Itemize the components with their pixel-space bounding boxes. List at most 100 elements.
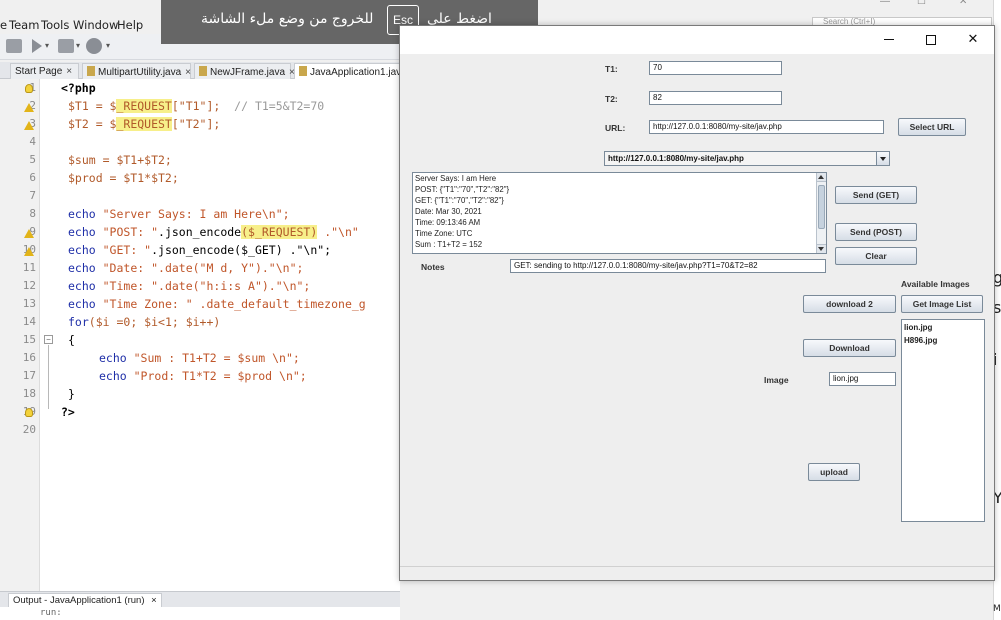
code-line-18: }: [68, 387, 75, 401]
image-label: Image: [764, 375, 789, 385]
image-name-field[interactable]: lion.jpg: [829, 372, 896, 386]
image-list-item[interactable]: H896.jpg: [904, 336, 937, 345]
line-number: 12: [22, 279, 36, 292]
scroll-up-icon[interactable]: [817, 173, 826, 182]
tab-javaapplication1[interactable]: JavaApplication1.java: [294, 63, 407, 79]
send-post-button[interactable]: Send (POST): [835, 223, 917, 241]
url-field[interactable]: http://127.0.0.1:8080/my-site/jav.php: [649, 120, 884, 134]
minimize-button[interactable]: [868, 26, 910, 54]
response-textarea[interactable]: Server Says: I am Here POST: {"T1":"70",…: [412, 172, 827, 254]
response-scrollbar[interactable]: [816, 173, 826, 253]
code-editor[interactable]: 1 2 3 4 5 6 7 8 9 10 11 12 13 14 15 16 1…: [0, 79, 400, 591]
fold-collapse-icon[interactable]: −: [44, 335, 53, 344]
close-icon[interactable]: ×: [66, 66, 72, 77]
menu-window[interactable]: Window: [73, 18, 118, 32]
debug-icon[interactable]: [58, 39, 74, 53]
warning-icon[interactable]: [24, 121, 34, 130]
tab-start-page[interactable]: Start Page ×: [10, 63, 79, 79]
download-button[interactable]: Download: [803, 339, 896, 357]
tab-label: MultipartUtility.java: [98, 67, 182, 78]
tab-label: Start Page: [15, 66, 63, 77]
t1-field[interactable]: 70: [649, 61, 782, 75]
line-number: 4: [29, 135, 36, 148]
output-text: run:: [40, 608, 62, 618]
send-get-button[interactable]: Send (GET): [835, 186, 917, 204]
menu-team[interactable]: Team: [9, 18, 39, 32]
clear-button[interactable]: Clear: [835, 247, 917, 265]
tab-newjframe[interactable]: NewJFrame.java ×: [194, 63, 295, 79]
profile-icon[interactable]: [86, 38, 102, 54]
response-line: GET: {"T1":"70","T2":"82"}: [415, 196, 504, 205]
image-list-item[interactable]: lion.jpg: [904, 323, 932, 332]
ide-maximize-icon[interactable]: ☐: [917, 0, 926, 7]
t2-field[interactable]: 82: [649, 91, 782, 105]
profile-dropdown-icon[interactable]: ▾: [106, 41, 110, 50]
hint-bulb-icon[interactable]: [25, 84, 33, 93]
ide-close-icon[interactable]: ✕: [959, 0, 967, 7]
close-icon[interactable]: ×: [185, 67, 191, 78]
code-line-17: echo "Prod: T1*T2 = $prod \n";: [99, 369, 307, 383]
menu-edit[interactable]: e: [0, 18, 7, 32]
close-icon: ✕: [967, 32, 979, 47]
run-icon[interactable]: [32, 39, 42, 53]
get-image-list-button[interactable]: Get Image List: [901, 295, 983, 313]
java-file-icon: [299, 66, 307, 76]
notes-label: Notes: [421, 262, 445, 272]
line-number: 18: [22, 387, 36, 400]
t1-label: T1:: [605, 64, 618, 74]
url-label: URL:: [605, 123, 626, 133]
url-dropdown-value: http://127.0.0.1:8080/my-site/jav.php: [608, 154, 744, 163]
scroll-thumb[interactable]: [818, 185, 825, 229]
menu-tools[interactable]: Tools: [41, 18, 69, 32]
java-file-icon: [87, 66, 95, 76]
output-panel-tabs: Output - JavaApplication1 (run) ×: [0, 591, 400, 608]
maximize-button[interactable]: [910, 26, 952, 54]
warning-icon[interactable]: [24, 247, 34, 256]
editor-tabs: Start Page × MultipartUtility.java × NewJF…: [0, 62, 407, 79]
warning-icon[interactable]: [24, 103, 34, 112]
download2-button[interactable]: download 2: [803, 295, 896, 313]
code-line-5: $sum = $T1+$T2;: [68, 153, 172, 167]
code-line-8: echo "Server Says: I am Here\n";: [68, 207, 290, 221]
line-number: 5: [29, 153, 36, 166]
notes-field[interactable]: GET: sending to http://127.0.0.1:8080/my…: [510, 259, 826, 273]
url-dropdown[interactable]: http://127.0.0.1:8080/my-site/jav.php: [604, 151, 890, 166]
hint-bulb-icon[interactable]: [25, 408, 33, 417]
code-line-1: <?php: [61, 81, 96, 95]
line-number: 16: [22, 351, 36, 364]
response-line: Time Zone: UTC: [415, 229, 473, 238]
line-number: 20: [22, 423, 36, 436]
code-line-10: echo "GET: ".json_encode($_GET) ."\n";: [68, 243, 332, 257]
available-images-label: Available Images: [901, 279, 970, 289]
build-icon[interactable]: [6, 39, 22, 53]
code-line-13: echo "Time Zone: " .date_default_timezon…: [68, 297, 366, 311]
response-line: Sum : T1+T2 = 152: [415, 240, 483, 249]
debug-dropdown-icon[interactable]: ▾: [76, 41, 80, 50]
response-line: Date: Mar 30, 2021: [415, 207, 482, 216]
run-dropdown-icon[interactable]: ▾: [45, 41, 49, 50]
chevron-down-icon[interactable]: [876, 152, 889, 165]
code-line-19: ?>: [61, 405, 75, 419]
tab-label: NewJFrame.java: [210, 67, 286, 78]
response-line: POST: {"T1":"70","T2":"82"}: [415, 185, 510, 194]
upload-button[interactable]: upload: [808, 463, 860, 481]
minimize-icon: [884, 39, 894, 40]
menu-help[interactable]: Help: [117, 18, 143, 32]
code-line-12: echo "Time: ".date("h:i:s A")."\n";: [68, 279, 311, 293]
tab-multipartutility[interactable]: MultipartUtility.java ×: [82, 63, 191, 79]
window-bottom-strip: [400, 566, 994, 580]
ide-minimize-icon[interactable]: —: [880, 0, 890, 7]
scroll-down-icon[interactable]: [817, 244, 826, 253]
close-button[interactable]: ✕: [952, 26, 994, 54]
select-url-button[interactable]: Select URL: [898, 118, 966, 136]
tab-output[interactable]: Output - JavaApplication1 (run) ×: [8, 593, 162, 608]
image-list[interactable]: lion.jpg H896.jpg: [901, 319, 985, 522]
code-line-14: for($i =0; $i<1; $i++): [68, 315, 221, 329]
code-line-6: $prod = $T1*$T2;: [68, 171, 179, 185]
line-number: 7: [29, 189, 36, 202]
tab-label: JavaApplication1.java: [310, 67, 407, 78]
close-icon[interactable]: ×: [151, 595, 157, 606]
response-line: Time: 09:13:46 AM: [415, 218, 481, 227]
maximize-icon: [926, 34, 936, 45]
warning-icon[interactable]: [24, 229, 34, 238]
